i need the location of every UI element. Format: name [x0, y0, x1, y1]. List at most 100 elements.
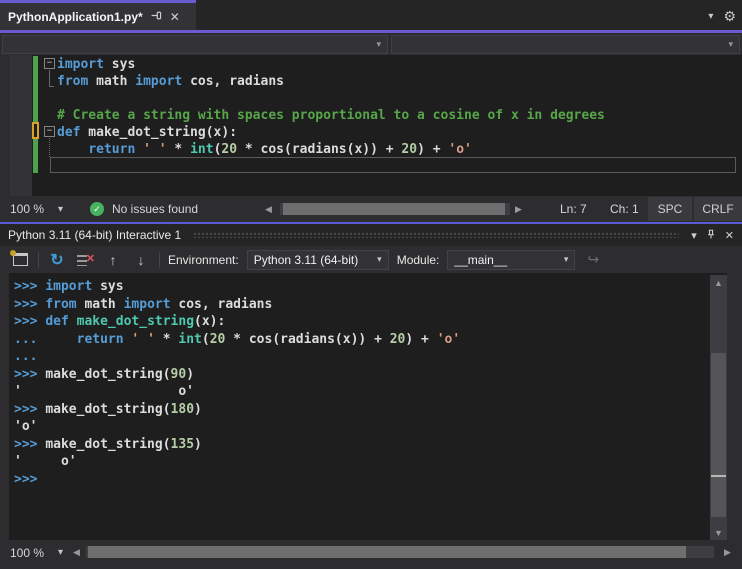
titlebar-grip-dots — [193, 232, 680, 238]
spaces-indicator[interactable]: SPC — [648, 197, 692, 221]
code-line: from math import cos, radians — [57, 74, 284, 89]
column-indicator: Ch: 1 — [610, 202, 639, 216]
editor-zoom-control[interactable]: 100 % ▾ — [10, 196, 63, 222]
repl-code-lines: >>> import sys >>> from math import cos, … — [14, 278, 460, 488]
code-line: def make_dot_string(x): — [57, 125, 238, 140]
fold-scope-foot — [49, 86, 54, 87]
scroll-right-icon: ▶ — [724, 547, 731, 557]
editor-status-bar: 100 % ▾ ✓ No issues found ◀ ▶ Ln: 7 Ch: … — [0, 196, 742, 222]
document-well-controls: ▾ ⚙ — [708, 3, 736, 29]
scroll-left-icon: ◀ — [265, 203, 272, 214]
repl-zoom-value: 100 % — [10, 545, 45, 560]
hscroll-right-arrow[interactable]: ▶ — [724, 540, 731, 565]
chevron-down-icon: ▾ — [728, 39, 733, 49]
health-indicator[interactable]: ✓ No issues found — [90, 196, 198, 222]
fold-collapse-box[interactable]: − — [44, 58, 55, 69]
track-changes-bar — [33, 56, 38, 173]
tab-pythonapplication1[interactable]: PythonApplication1.py* ✕ — [0, 0, 196, 30]
breakpoint-margin[interactable] — [10, 55, 32, 196]
editor-hscrollbar-track[interactable] — [280, 203, 510, 215]
nav-members-dropdown[interactable]: ▾ — [391, 35, 740, 54]
scroll-up-icon[interactable]: ▲ — [710, 278, 727, 288]
code-line: >>> make_dot_string(135) — [14, 436, 202, 452]
pin-icon[interactable] — [150, 9, 163, 24]
code-line: ' o' — [14, 384, 195, 399]
code-line: >>> — [14, 471, 38, 487]
repl-right-edge — [727, 273, 742, 540]
toolbar-separator — [159, 251, 160, 268]
pin-icon[interactable] — [705, 228, 717, 243]
tab-title: PythonApplication1.py* — [8, 9, 143, 24]
module-combobox[interactable]: __main__ ▾ — [447, 249, 576, 270]
code-line: >>> import sys — [14, 279, 124, 294]
repl-vscrollbar-thumb[interactable] — [711, 353, 726, 517]
scroll-right-icon: ▶ — [515, 203, 522, 214]
clear-screen-icon[interactable]: ✕ — [75, 250, 95, 270]
gear-icon[interactable]: ⚙ — [723, 8, 736, 25]
scroll-down-icon[interactable]: ▼ — [710, 528, 727, 538]
interactive-window-icon[interactable] — [9, 250, 30, 270]
line-indicator: Ln: 7 — [560, 202, 587, 216]
interactive-toolbar: ↻ ✕ ↑ ↓ Environment: Python 3.11 (64-bit… — [0, 246, 742, 273]
current-line-highlight — [50, 157, 736, 173]
code-line: >>> from math import cos, radians — [14, 296, 273, 312]
editor-left-edge — [0, 55, 10, 196]
history-next-icon[interactable]: ↓ — [131, 250, 151, 270]
chevron-down-icon: ▾ — [376, 39, 381, 49]
editor-zoom-value: 100 % — [10, 202, 45, 216]
code-line: >>> def make_dot_string(x): — [14, 314, 226, 329]
module-value: __main__ — [454, 252, 508, 267]
code-line: return ' ' * int(20 * cos(radians(x)) + … — [88, 142, 472, 157]
scroll-left-icon: ◀ — [73, 547, 80, 557]
code-line: ... — [14, 349, 38, 364]
code-line: >>> make_dot_string(90) — [14, 366, 195, 382]
code-line: # Create a string with spaces proportion… — [57, 108, 605, 123]
check-icon: ✓ — [90, 202, 104, 216]
chevron-down-icon: ▾ — [563, 254, 569, 264]
repl-hscrollbar-track[interactable] — [86, 546, 714, 558]
window-bottom-edge — [0, 565, 742, 569]
window-position-icon[interactable]: ▾ — [691, 229, 697, 242]
environment-value: Python 3.11 (64-bit) — [253, 252, 359, 267]
document-tab-strip: PythonApplication1.py* ✕ ▾ ⚙ — [0, 0, 742, 30]
hscroll-right-arrow[interactable]: ▶ — [515, 196, 522, 222]
track-changes-unsaved-marker — [32, 122, 39, 139]
chevron-down-icon: ▾ — [377, 254, 382, 264]
chevron-down-icon: ▾ — [58, 547, 64, 558]
line-endings-indicator[interactable]: CRLF — [694, 197, 742, 221]
repl-vscrollbar[interactable]: ▲ ▼ — [710, 275, 727, 543]
repl-hscrollbar-thumb[interactable] — [88, 546, 686, 558]
health-text: No issues found — [112, 202, 199, 216]
navigation-bar: ▾ ▾ — [0, 33, 742, 55]
caret-position-marker — [711, 475, 726, 477]
chevron-down-icon[interactable]: ▾ — [708, 11, 713, 22]
visual-studio-window: PythonApplication1.py* ✕ ▾ ⚙ ▾ ▾ − − imp… — [0, 0, 742, 569]
close-icon[interactable]: ✕ — [170, 11, 180, 23]
fold-collapse-box[interactable]: − — [44, 126, 55, 137]
hscroll-left-arrow[interactable]: ◀ — [265, 196, 272, 222]
nav-types-dropdown[interactable]: ▾ — [2, 35, 388, 54]
environment-combobox[interactable]: Python 3.11 (64-bit) ▾ — [246, 249, 389, 270]
code-line: 'o' — [14, 419, 38, 434]
history-previous-icon[interactable]: ↑ — [103, 250, 123, 270]
send-to-interactive-icon[interactable]: ↪ — [583, 250, 603, 270]
environment-label: Environment: — [168, 252, 239, 267]
fold-scope-line — [49, 70, 50, 86]
module-label: Module: — [396, 252, 440, 267]
close-icon[interactable]: ✕ — [725, 229, 734, 242]
code-line: ... return ' ' * int(20 * cos(radians(x)… — [14, 331, 461, 347]
interactive-status-bar: 100 % ▾ ◀ ▶ — [0, 540, 742, 565]
hscroll-left-arrow[interactable]: ◀ — [73, 540, 80, 565]
interactive-title: Python 3.11 (64-bit) Interactive 1 — [8, 228, 182, 242]
code-line: ' o' — [14, 454, 77, 469]
interactive-title-bar[interactable]: Python 3.11 (64-bit) Interactive 1 ▾ ✕ — [0, 224, 742, 246]
editor-hscrollbar-thumb[interactable] — [283, 203, 505, 215]
chevron-down-icon: ▾ — [58, 203, 64, 215]
code-line: >>> make_dot_string(180) — [14, 401, 202, 417]
fold-scope-dotted-line — [49, 138, 50, 157]
repl-zoom-control[interactable]: 100 % ▾ — [10, 540, 63, 565]
reset-refresh-icon[interactable]: ↻ — [47, 250, 67, 270]
toolbar-separator — [38, 251, 39, 268]
repl-left-edge — [0, 273, 9, 540]
